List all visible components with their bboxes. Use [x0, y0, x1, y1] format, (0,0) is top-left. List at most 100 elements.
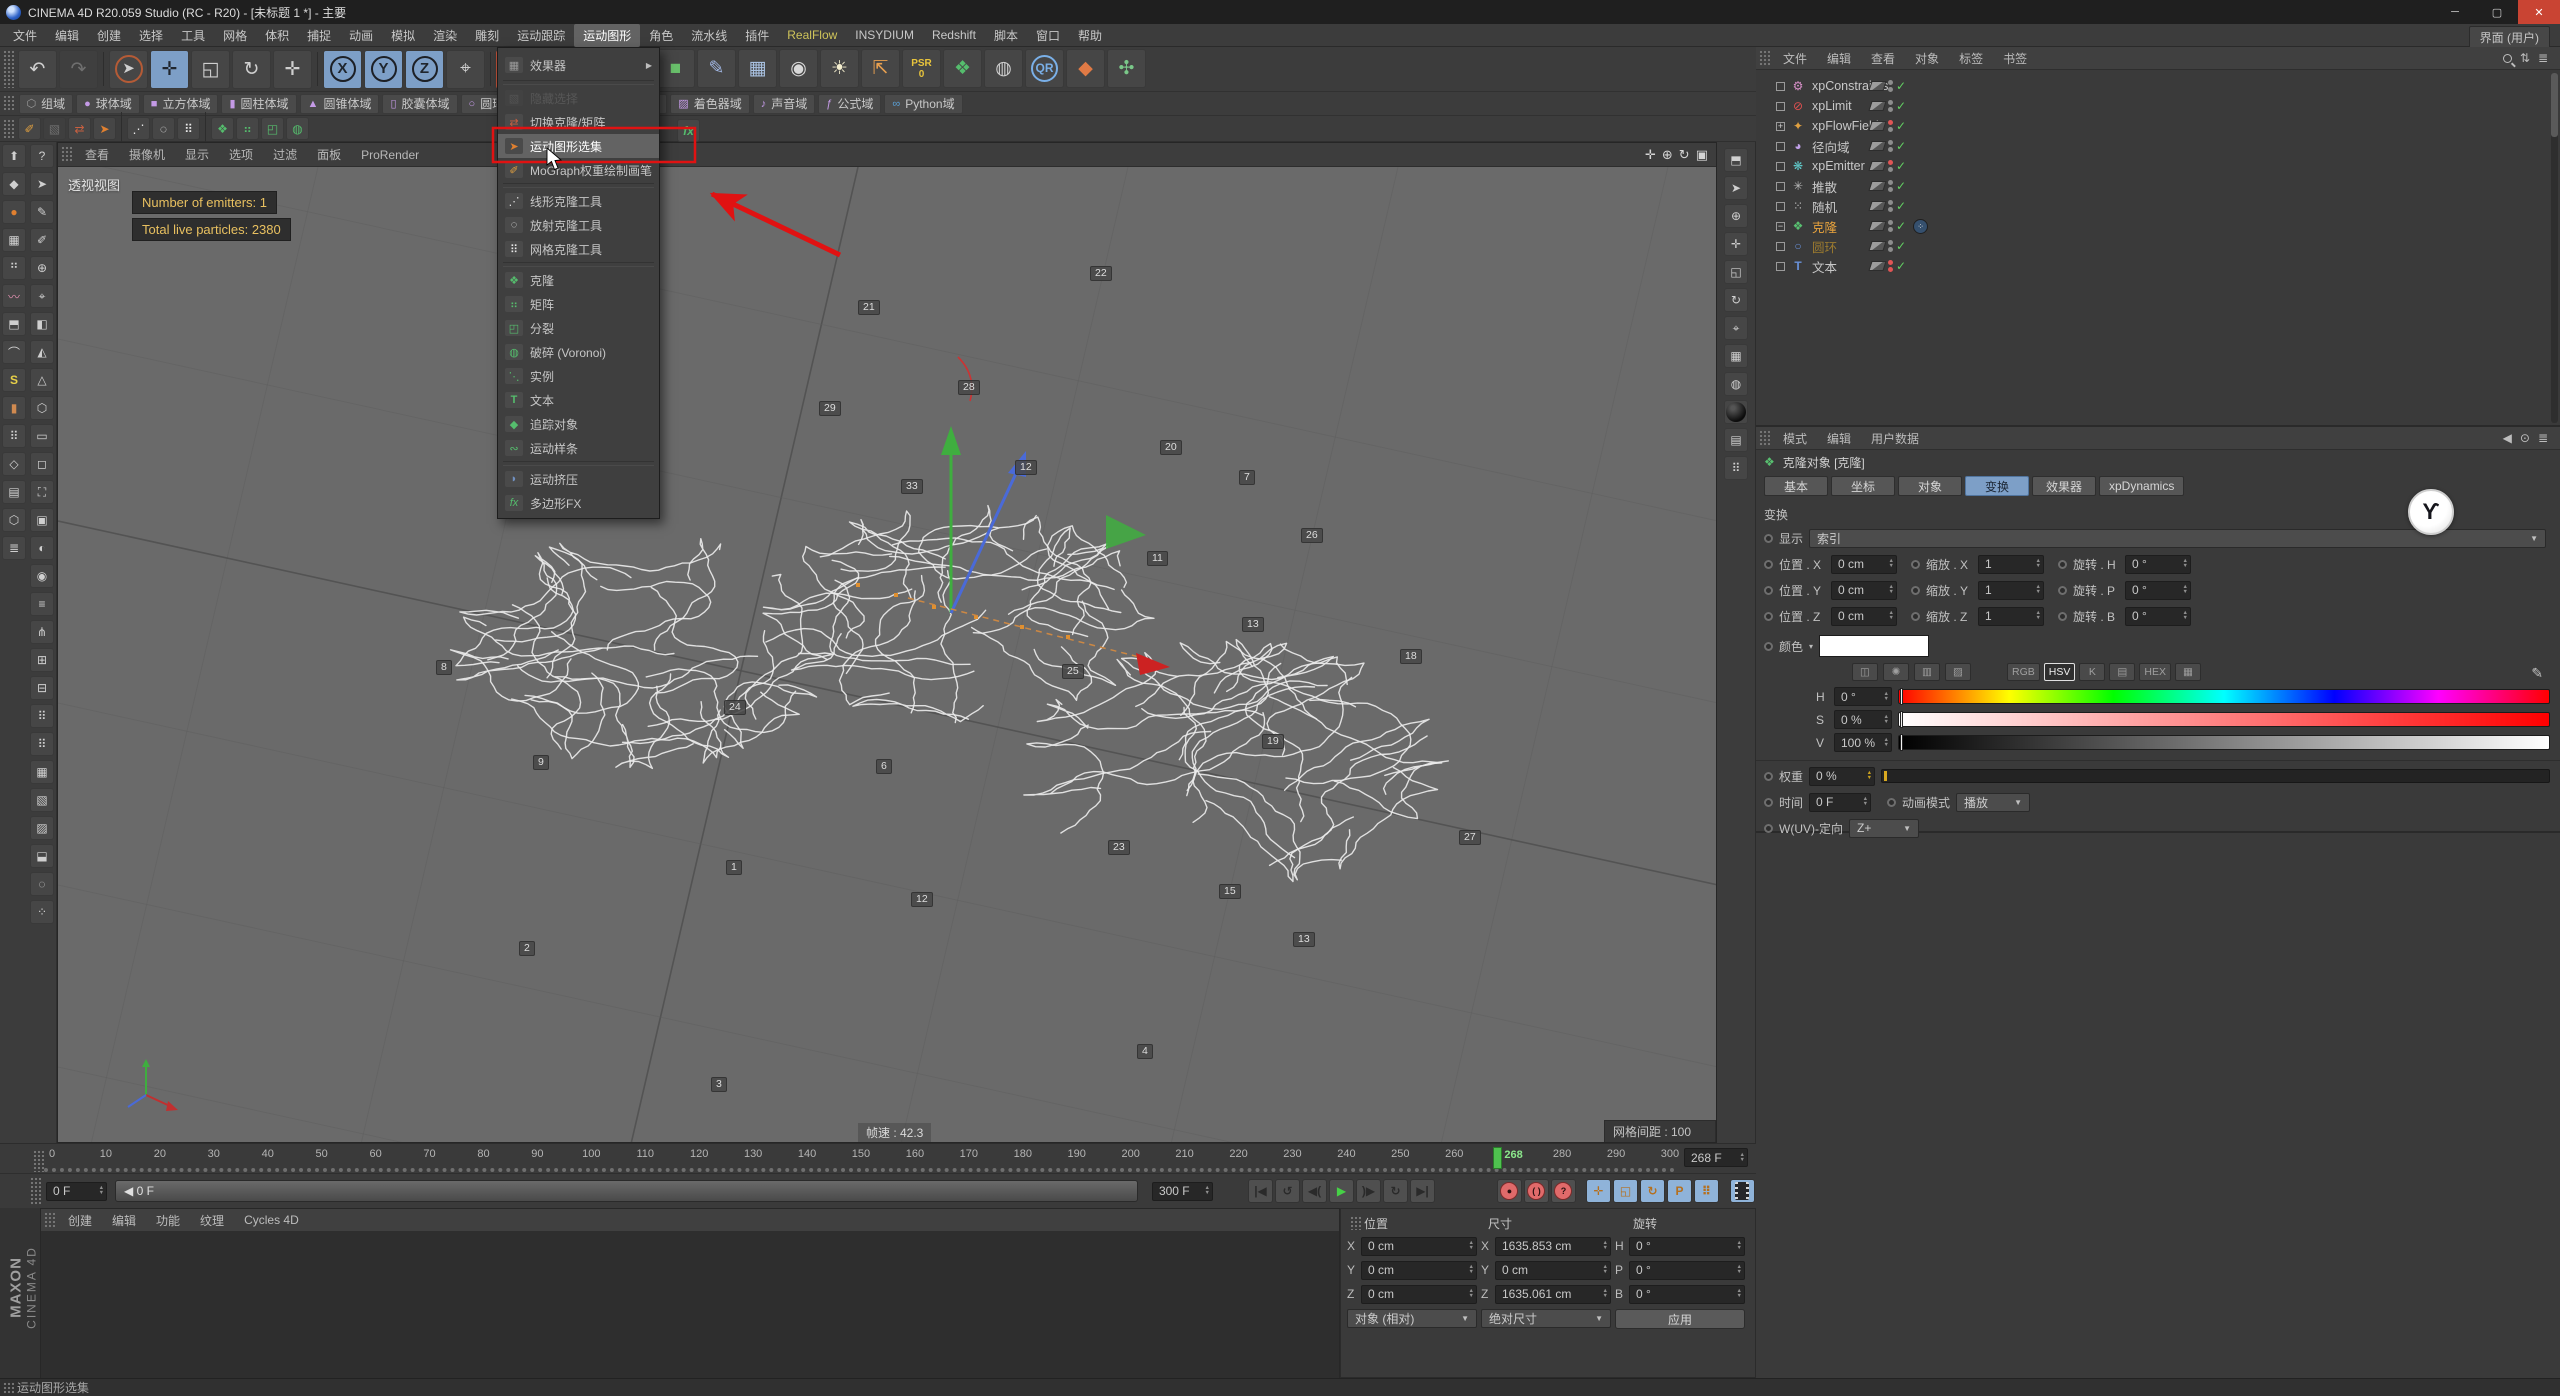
dropdown-menu-item[interactable]: ✐ MoGraph权重绘制画笔 [498, 158, 659, 182]
close-button[interactable]: ✕ [2518, 0, 2560, 24]
target-tool-icon[interactable]: ▣ [30, 508, 54, 532]
menu-item[interactable]: 流水线 [682, 24, 736, 47]
ruler-icon[interactable]: ⌒ [2, 340, 26, 364]
menu-item[interactable]: Redshift [923, 25, 985, 45]
viewport-menu-item[interactable]: 显示 [175, 143, 219, 166]
scale-field[interactable]: 1▲▼ [1978, 581, 2044, 600]
layer-toggle-icon[interactable] [1868, 81, 1886, 91]
panel-target-icon[interactable]: ⌖ [1724, 316, 1748, 340]
panel-grip[interactable] [44, 1212, 55, 1228]
quad-dots-icon[interactable]: ⁘ [30, 900, 54, 924]
toolbar-grip[interactable] [3, 50, 14, 88]
divider[interactable] [103, 52, 104, 86]
contrast-tool-icon[interactable]: ◐ [30, 536, 54, 560]
anim-dot[interactable] [1764, 798, 1773, 807]
expander-icon[interactable] [1776, 182, 1785, 191]
minus-box-icon[interactable]: ⊟ [30, 676, 54, 700]
enable-check-icon[interactable]: ✓ [1896, 219, 1906, 233]
material-menu-item[interactable]: 编辑 [102, 1209, 146, 1232]
burger-icon[interactable]: ≣ [2538, 51, 2548, 65]
object-row[interactable]: ⚙ xpConstraints ✓ ⁘ [1756, 76, 2560, 96]
enable-check-icon[interactable]: ✓ [1896, 259, 1906, 273]
viewport[interactable]: 查看摄像机显示选项过滤面板ProRender ✛⊕↻▣ 透视视图 Number … [57, 142, 1717, 1143]
color-mode-button[interactable]: HEX [2139, 663, 2171, 681]
cloner-icon[interactable]: ❖ [211, 117, 234, 140]
expander-icon[interactable] [1776, 142, 1785, 151]
timeline-grip[interactable] [33, 1150, 44, 1172]
crosshatch-icon[interactable]: ▨ [30, 816, 54, 840]
panel-dots-icon[interactable]: ⠿ [1724, 456, 1748, 480]
fork-tool-icon[interactable]: ⋔ [30, 620, 54, 644]
layer-toggle-icon[interactable] [1868, 121, 1886, 131]
time-field[interactable]: 0 F▲▼ [1809, 793, 1871, 812]
object-manager-menu-item[interactable]: 书签 [1993, 47, 2037, 70]
object-name[interactable]: 随机 [1812, 197, 1837, 216]
layout-dropdown[interactable]: 界面 (用户) [2469, 26, 2550, 49]
expander-icon[interactable]: + [1776, 122, 1785, 131]
coord-field[interactable]: 0 °▲▼ [1629, 1285, 1745, 1304]
object-manager-menu-item[interactable]: 对象 [1905, 47, 1949, 70]
panel-grip[interactable] [1759, 430, 1770, 446]
object-manager-menu-item[interactable]: 查看 [1861, 47, 1905, 70]
pencil-tool-icon[interactable]: ✐ [30, 228, 54, 252]
divider[interactable] [121, 112, 122, 146]
dropdown-menu-item[interactable]: ▦ 效果器 ▶ [498, 51, 659, 79]
goto-start-button[interactable]: |◀ [1248, 1179, 1273, 1203]
panel-tray-icon[interactable]: ▤ [1724, 428, 1748, 452]
object-name[interactable]: 径向域 [1812, 137, 1850, 156]
anim-dot[interactable] [2058, 586, 2067, 595]
redo-button[interactable]: ↷ [59, 50, 98, 89]
psr-reset-button[interactable]: PSR 0 [902, 49, 941, 88]
editor-visibility-dot[interactable] [1888, 240, 1893, 245]
minimize-button[interactable]: ─ [2434, 0, 2476, 24]
diamond-icon[interactable]: ◇ [2, 452, 26, 476]
object-row[interactable]: − ❖ 克隆 ✓ ⁘ [1756, 216, 2560, 236]
collapse-arrow-icon[interactable]: ▾ [1809, 642, 1813, 651]
add-camera-button[interactable]: ◉ [779, 49, 818, 88]
object-name[interactable]: 圆环 [1812, 237, 1837, 256]
material-menu-item[interactable]: 纹理 [190, 1209, 234, 1232]
character-button[interactable]: ✣ [1107, 49, 1146, 88]
object-name[interactable]: 文本 [1812, 257, 1837, 276]
panel-grip[interactable] [1759, 50, 1770, 66]
object-name[interactable]: xpEmitter [1812, 159, 1865, 173]
weight-paintbrush-icon[interactable]: ✐ [18, 117, 41, 140]
viewport-menu-item[interactable]: ProRender [351, 145, 429, 165]
panel-plus-icon[interactable]: ⊕ [1724, 204, 1748, 228]
menu-item[interactable]: 运动图形 [574, 24, 640, 47]
enable-check-icon[interactable]: ✓ [1896, 159, 1906, 173]
menu-item[interactable]: RealFlow [778, 25, 846, 45]
viewport-menu-item[interactable]: 查看 [75, 143, 119, 166]
coord-field[interactable]: 1635.061 cm▲▼ [1495, 1285, 1611, 1304]
focus-icon[interactable]: ⊙ [2520, 431, 2530, 445]
render-visibility-dot[interactable] [1888, 87, 1893, 92]
menu-item[interactable]: 编辑 [46, 24, 88, 47]
layer-toggle-icon[interactable] [1868, 161, 1886, 171]
deformer-button[interactable]: ◆ [1066, 49, 1105, 88]
scale-field[interactable]: 1▲▼ [1978, 607, 2044, 626]
barrel-icon[interactable]: ▮ [2, 396, 26, 420]
convert-object-icon[interactable]: ⬆ [2, 144, 26, 168]
hatch-icon[interactable]: ▧ [30, 788, 54, 812]
viewport-menu-item[interactable]: 摄像机 [119, 143, 175, 166]
swap-cloner-matrix-icon[interactable]: ⇄ [68, 117, 91, 140]
render-visibility-dot[interactable] [1888, 187, 1893, 192]
image-picker-icon[interactable]: ▨ [1945, 663, 1971, 681]
panel-rotate-icon[interactable]: ↻ [1724, 288, 1748, 312]
panel-cursor-icon[interactable]: ➤ [1724, 176, 1748, 200]
expander-icon[interactable] [1776, 102, 1785, 111]
dots-grid-icon[interactable]: ⠿ [30, 732, 54, 756]
material-menu-item[interactable]: Cycles 4D [234, 1210, 309, 1230]
render-visibility-dot[interactable] [1888, 207, 1893, 212]
triangle-tool-icon[interactable]: △ [30, 368, 54, 392]
anim-dot[interactable] [1911, 586, 1920, 595]
editor-visibility-dot[interactable] [1888, 160, 1893, 165]
attribute-menu-item[interactable]: 模式 [1773, 427, 1817, 450]
render-visibility-dot[interactable] [1888, 247, 1893, 252]
expander-icon[interactable] [1776, 202, 1785, 211]
render-visibility-dot[interactable] [1888, 107, 1893, 112]
attribute-tab[interactable]: 效果器 [2032, 476, 2096, 496]
viewport-menu-item[interactable]: 过滤 [263, 143, 307, 166]
editor-visibility-dot[interactable] [1888, 80, 1893, 85]
plus-box-icon[interactable]: ⊞ [30, 648, 54, 672]
